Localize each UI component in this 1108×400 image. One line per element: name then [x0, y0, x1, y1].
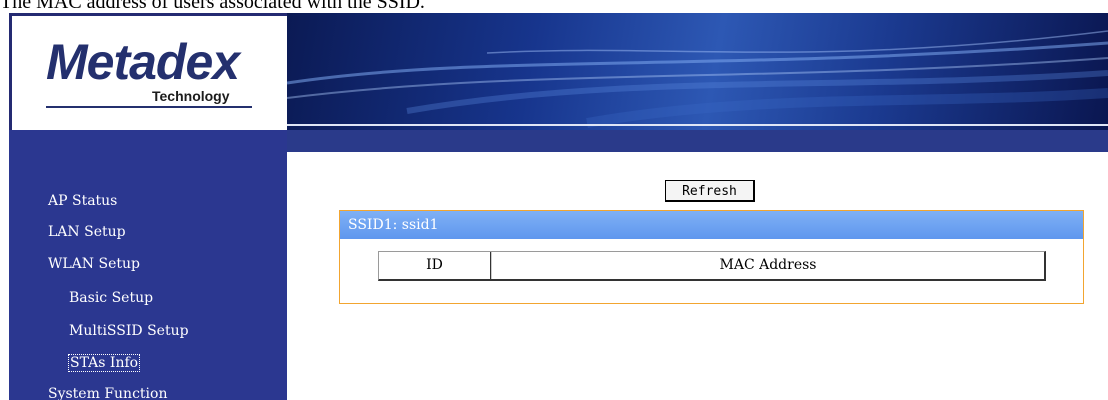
logo: Metadex Technology	[9, 13, 287, 130]
sidebar-item-stas-info[interactable]: STAs Info	[68, 354, 141, 372]
sidebar-item-multissid-setup[interactable]: MultiSSID Setup	[69, 323, 189, 339]
router-admin-frame: Metadex Technology AP Status LAN Setup W…	[9, 13, 1108, 400]
sidebar: AP Status LAN Setup WLAN Setup Basic Set…	[9, 130, 287, 400]
header-banner	[287, 13, 1108, 130]
logo-brand: Metadex	[46, 34, 240, 90]
logo-underline	[46, 106, 252, 108]
main-content: Refresh SSID1: ssid1 ID MAC Address	[287, 152, 1108, 400]
ssid-panel-header: SSID1: ssid1	[340, 211, 1083, 239]
table-header-id: ID	[379, 252, 491, 279]
sidebar-item-lan-setup[interactable]: LAN Setup	[48, 224, 126, 240]
banner-divider	[287, 124, 1108, 126]
logo-tagline: Technology	[152, 88, 230, 104]
sidebar-item-basic-setup[interactable]: Basic Setup	[69, 290, 153, 306]
page-caption: The MAC address of users associated with…	[0, 0, 425, 13]
table-header-mac-address: MAC Address	[491, 252, 1044, 279]
ssid-panel: SSID1: ssid1 ID MAC Address	[339, 210, 1084, 304]
banner-streaks	[287, 30, 1108, 128]
sidebar-item-ap-status[interactable]: AP Status	[48, 193, 117, 209]
page: The MAC address of users associated with…	[0, 0, 1108, 400]
header-strip	[287, 130, 1108, 152]
refresh-button[interactable]: Refresh	[665, 180, 755, 202]
sidebar-item-system-function[interactable]: System Function	[48, 386, 167, 400]
sidebar-item-wlan-setup[interactable]: WLAN Setup	[48, 256, 140, 272]
stations-table: ID MAC Address	[378, 251, 1046, 281]
